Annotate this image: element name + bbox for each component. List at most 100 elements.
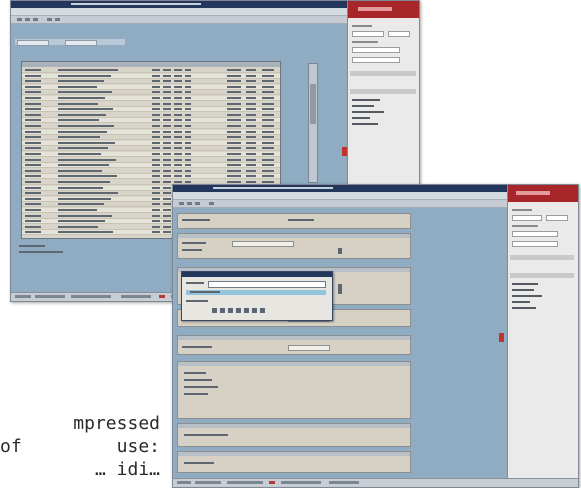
field-label (184, 434, 228, 436)
table-cell (262, 147, 274, 150)
table-cell (152, 74, 160, 77)
table-row[interactable] (22, 152, 280, 157)
table-cell (25, 158, 41, 161)
table-row[interactable] (22, 174, 280, 180)
panel-header (178, 336, 410, 340)
toolbar-button[interactable] (55, 18, 60, 21)
side-field[interactable] (388, 31, 410, 37)
menu-bar[interactable] (11, 8, 347, 16)
table-cell (152, 108, 160, 111)
brand-logo (516, 191, 550, 195)
scrollbar[interactable] (308, 63, 318, 183)
table-cell (152, 231, 160, 234)
table-row[interactable] (22, 113, 280, 118)
dialog-button[interactable] (212, 308, 217, 313)
tab[interactable] (17, 40, 49, 46)
screenshot-front (172, 184, 579, 488)
dialog-button[interactable] (228, 308, 233, 313)
scrollbar-thumb[interactable] (310, 84, 316, 124)
toolbar-button[interactable] (17, 18, 22, 21)
table-row[interactable] (22, 68, 280, 73)
side-field[interactable] (512, 231, 558, 237)
dialog-input[interactable] (208, 281, 326, 288)
table-cell (174, 169, 182, 172)
side-section (350, 89, 416, 94)
table-row[interactable] (22, 163, 280, 169)
menu-bar[interactable] (173, 192, 508, 200)
toolbar-button[interactable] (195, 202, 200, 205)
side-link[interactable] (352, 105, 374, 107)
toolbar-button[interactable] (187, 202, 192, 205)
table-cell (246, 164, 256, 167)
side-link[interactable] (512, 307, 536, 309)
table-cell (185, 113, 191, 116)
table-row[interactable] (22, 158, 280, 163)
table-row[interactable] (22, 90, 280, 96)
field-input[interactable] (288, 345, 330, 351)
field-label (184, 372, 206, 374)
table-cell (25, 169, 41, 172)
table-row[interactable] (22, 124, 280, 129)
table-row[interactable] (22, 169, 280, 174)
toolbar-button[interactable] (25, 18, 30, 21)
table-cell (163, 141, 171, 144)
table-row[interactable] (22, 140, 280, 146)
table-row[interactable] (22, 102, 280, 107)
table-cell (163, 220, 171, 223)
toolbar-button[interactable] (33, 18, 38, 21)
dialog-title-bar[interactable] (182, 272, 332, 277)
table-cell (58, 136, 100, 139)
field-input[interactable] (232, 241, 294, 247)
table-cell (174, 153, 182, 155)
toolbar[interactable] (173, 200, 508, 208)
dialog-button[interactable] (244, 308, 249, 313)
popup-dialog[interactable] (181, 271, 333, 321)
side-link[interactable] (512, 295, 542, 297)
dialog-button[interactable] (236, 308, 241, 313)
table-row[interactable] (22, 118, 280, 124)
table-row[interactable] (22, 107, 280, 113)
table-cell (174, 74, 182, 77)
side-label (352, 25, 372, 27)
side-field[interactable] (352, 31, 384, 37)
table-cell (262, 141, 274, 144)
toolbar-button[interactable] (209, 202, 214, 205)
side-link[interactable] (512, 301, 530, 303)
table-row[interactable] (22, 135, 280, 141)
table-row[interactable] (22, 96, 280, 101)
side-field[interactable] (352, 47, 400, 53)
toolbar-button[interactable] (179, 202, 184, 205)
table-row[interactable] (22, 129, 280, 135)
table-row[interactable] (22, 73, 280, 79)
table-cell (246, 181, 256, 183)
table-cell (262, 108, 274, 111)
field-label (184, 393, 208, 395)
toolbar-button[interactable] (47, 18, 52, 21)
dialog-button[interactable] (252, 308, 257, 313)
side-field[interactable] (512, 241, 558, 247)
table-cell (25, 74, 41, 77)
table-cell (174, 119, 182, 122)
side-field[interactable] (352, 57, 400, 63)
table-row[interactable] (22, 146, 280, 152)
table-cell (163, 80, 171, 83)
table-cell (152, 186, 160, 189)
side-link[interactable] (352, 117, 370, 119)
table-row[interactable] (22, 79, 280, 85)
side-field[interactable] (512, 215, 542, 221)
table-row[interactable] (22, 84, 280, 90)
dialog-button[interactable] (220, 308, 225, 313)
side-field[interactable] (546, 215, 568, 221)
table-cell (163, 158, 171, 161)
tab[interactable] (65, 40, 97, 46)
toolbar[interactable] (11, 16, 347, 24)
table-cell (163, 164, 171, 167)
table-cell (262, 136, 274, 139)
side-link[interactable] (352, 111, 384, 113)
dialog-button[interactable] (260, 308, 265, 313)
side-marker (499, 333, 504, 342)
side-link[interactable] (352, 99, 380, 101)
side-link[interactable] (512, 283, 538, 285)
side-link[interactable] (512, 289, 534, 291)
side-link[interactable] (352, 123, 378, 125)
